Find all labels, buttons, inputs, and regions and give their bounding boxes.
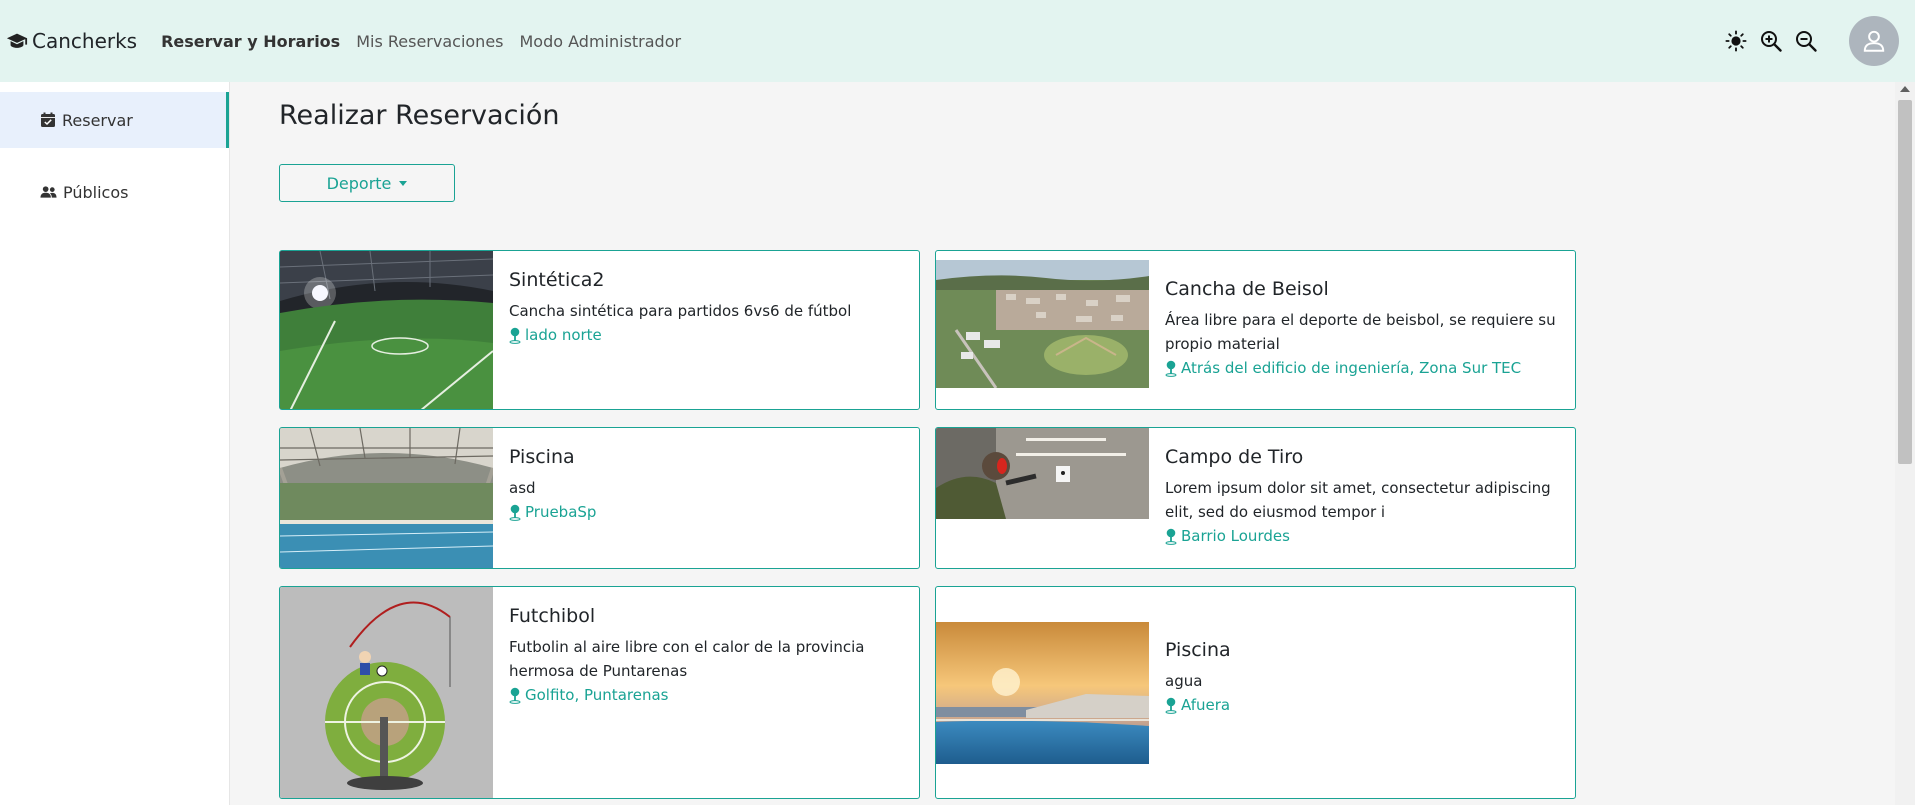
scrollbar-thumb[interactable]: [1898, 100, 1912, 464]
card-location: lado norte: [509, 323, 905, 347]
card-location-text: Afuera: [1181, 696, 1231, 714]
location-pin-icon: [509, 687, 521, 704]
card-title: Campo de Tiro: [1165, 446, 1304, 468]
location-pin-icon: [1165, 697, 1177, 714]
card-description: asd: [509, 479, 536, 497]
sidebar-item-reservar[interactable]: Reservar: [0, 92, 229, 148]
card-body: Cancha de Beisol Área libre para el depo…: [1165, 278, 1561, 380]
user-icon: [1863, 30, 1885, 52]
synthetic-field-photo: [280, 251, 493, 409]
card-location: Golfito, Puntarenas: [509, 683, 905, 707]
card-location-text: Atrás del edificio de ingeniería, Zona S…: [1181, 359, 1522, 377]
card-title: Piscina: [1165, 639, 1231, 661]
nav-link-modo-administrador[interactable]: Modo Administrador: [520, 32, 682, 51]
card-description: Futbolin al aire libre con el calor de l…: [509, 638, 865, 680]
sport-filter-dropdown[interactable]: Deporte: [279, 164, 455, 202]
zoom-in-icon: [1761, 31, 1782, 52]
main-content: Realizar Reservación Deporte Sintética2 …: [230, 82, 1895, 805]
card-location-text: Golfito, Puntarenas: [525, 686, 669, 704]
scroll-up-arrow-icon[interactable]: [1900, 86, 1910, 92]
sport-filter-label: Deporte: [326, 173, 392, 193]
card-body: Piscina agua Afuera: [1165, 639, 1561, 717]
indoor-pool-photo: [280, 428, 493, 568]
page-scrollbar[interactable]: [1895, 82, 1915, 805]
nav-tools: [1714, 0, 1915, 82]
page-title: Realizar Reservación: [279, 100, 560, 131]
facility-card[interactable]: Cancha de Beisol Área libre para el depo…: [935, 250, 1576, 410]
facility-card[interactable]: Futchibol Futbolin al aire libre con el …: [279, 586, 920, 799]
facility-card[interactable]: Sintética2 Cancha sintética para partido…: [279, 250, 920, 410]
nav-links: Reservar y Horarios Mis Reservaciones Mo…: [161, 32, 697, 51]
location-pin-icon: [509, 327, 521, 344]
aerial-campus-photo: [936, 260, 1149, 388]
location-pin-icon: [1165, 360, 1177, 377]
soccer-cartoon-photo: [280, 587, 493, 798]
shooting-range-photo: [936, 428, 1149, 519]
card-title: Cancha de Beisol: [1165, 278, 1329, 300]
sidebar-item-label: Reservar: [62, 110, 133, 130]
nav-link-mis-reservaciones[interactable]: Mis Reservaciones: [356, 32, 503, 51]
card-body: Campo de Tiro Lorem ipsum dolor sit amet…: [1165, 446, 1561, 548]
brand-name: Cancherks: [32, 29, 138, 53]
sidebar-item-publicos[interactable]: Públicos: [0, 164, 229, 220]
card-location: Barrio Lourdes: [1165, 524, 1561, 548]
sidebar-item-label: Públicos: [63, 182, 129, 202]
location-pin-icon: [509, 504, 521, 521]
caret-down-icon: [399, 180, 408, 186]
card-location-text: Barrio Lourdes: [1181, 527, 1290, 545]
facility-card[interactable]: Campo de Tiro Lorem ipsum dolor sit amet…: [935, 427, 1576, 569]
card-location: Afuera: [1165, 693, 1561, 717]
facility-card[interactable]: Piscina asd PruebaSp: [279, 427, 920, 569]
card-title: Piscina: [509, 446, 575, 468]
graduation-cap-icon: [6, 33, 28, 48]
card-description: agua: [1165, 672, 1203, 690]
location-pin-icon: [1165, 528, 1177, 545]
theme-toggle-button[interactable]: [1723, 28, 1749, 54]
card-body: Piscina asd PruebaSp: [509, 446, 905, 524]
card-body: Futchibol Futbolin al aire libre con el …: [509, 605, 905, 707]
brand[interactable]: Cancherks: [6, 29, 137, 53]
infinity-pool-sunset-photo: [936, 622, 1149, 764]
calendar-check-icon: [41, 112, 55, 127]
card-location-text: lado norte: [525, 326, 602, 344]
card-description: Lorem ipsum dolor sit amet, consectetur …: [1165, 479, 1551, 521]
zoom-out-icon: [1796, 31, 1817, 52]
card-location: Atrás del edificio de ingeniería, Zona S…: [1165, 356, 1561, 380]
zoom-out-button[interactable]: [1793, 28, 1819, 54]
card-body: Sintética2 Cancha sintética para partido…: [509, 269, 905, 347]
top-navbar: Cancherks Reservar y Horarios Mis Reserv…: [0, 0, 1915, 82]
card-description: Área libre para el deporte de beisbol, s…: [1165, 311, 1556, 353]
card-location-text: PruebaSp: [525, 503, 597, 521]
user-avatar[interactable]: [1849, 16, 1899, 66]
card-description: Cancha sintética para partidos 6vs6 de f…: [509, 302, 852, 320]
nav-link-reservar-horarios[interactable]: Reservar y Horarios: [161, 32, 340, 51]
card-title: Futchibol: [509, 605, 596, 627]
sun-icon: [1725, 30, 1747, 52]
sidebar: Reservar Públicos: [0, 82, 230, 805]
zoom-in-button[interactable]: [1758, 28, 1784, 54]
card-location: PruebaSp: [509, 500, 905, 524]
users-icon: [40, 186, 57, 198]
card-title: Sintética2: [509, 269, 605, 291]
facility-card[interactable]: Piscina agua Afuera: [935, 586, 1576, 799]
